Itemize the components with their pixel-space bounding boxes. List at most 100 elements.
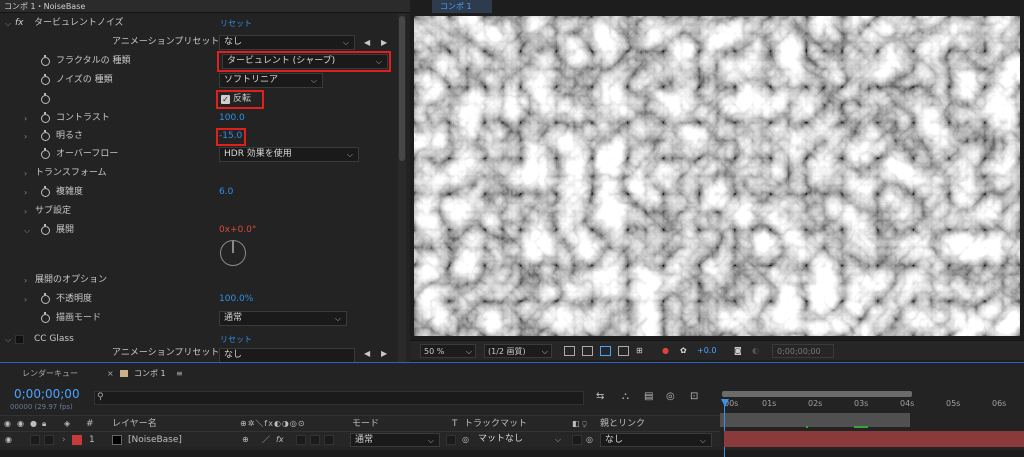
stopwatch-icon[interactable] — [41, 224, 50, 235]
chevron-down-icon[interactable]: ⌵ — [5, 330, 11, 349]
stopwatch-icon[interactable] — [41, 55, 50, 66]
layer-row[interactable]: ◉ › 1 [NoiseBase] ⊕ ／ fx 通常 ⌵ ◎ マットなし ⌵ ◎ … — [0, 431, 720, 447]
comp-mini-flowchart-icon[interactable]: ⇆ — [596, 391, 604, 402]
graph-editor-icon[interactable]: ⊡ — [690, 391, 698, 402]
exposure-value[interactable]: +0.0 — [697, 344, 716, 358]
lock-icon[interactable]: 🔒︎ — [42, 416, 46, 432]
motion-blur-icon[interactable]: ◎ — [666, 391, 675, 402]
mask-visibility-icon[interactable] — [600, 346, 611, 356]
reset-link[interactable]: リセット — [220, 14, 252, 33]
track-matte-dropdown[interactable]: マットなし ⌵ — [474, 433, 566, 447]
work-area-bar[interactable] — [722, 391, 912, 397]
stopwatch-icon[interactable] — [41, 186, 50, 197]
contrast-value[interactable]: 100.0 — [219, 109, 245, 128]
evolution-options-row[interactable]: › 展開のオプション — [0, 271, 398, 290]
sub-settings-row[interactable]: › サブ設定 — [0, 202, 398, 221]
transparency-grid-icon[interactable] — [582, 346, 593, 356]
eye-icon[interactable]: ◉ — [4, 416, 11, 432]
stopwatch-icon[interactable] — [41, 74, 50, 85]
close-icon[interactable]: × — [107, 366, 114, 382]
lock-toggle[interactable] — [44, 435, 54, 445]
scrollbar[interactable] — [398, 14, 406, 362]
quality-switch-icon[interactable]: ／ — [262, 432, 270, 448]
tab-comp[interactable]: コンポ 1 — [432, 0, 492, 13]
chevron-right-icon[interactable]: › — [24, 164, 27, 183]
region-of-interest-icon[interactable] — [618, 346, 629, 356]
evolution-dial[interactable] — [220, 240, 246, 266]
adjustment-switch[interactable] — [310, 435, 320, 445]
layer-duration-bar[interactable] — [724, 431, 1024, 447]
evolution-value[interactable]: 0x+0.0° — [219, 221, 256, 240]
preset-label: アニメーションプリセット — [112, 348, 220, 358]
prev-preset-icon[interactable]: ◀ — [364, 33, 370, 52]
shy-switch-icon[interactable]: ⊕ — [242, 432, 249, 448]
stopwatch-icon[interactable] — [41, 112, 50, 123]
solo-toggle[interactable] — [30, 435, 40, 445]
chevron-down-icon[interactable]: ⌵ — [24, 221, 30, 240]
pick-whip-icon[interactable]: ◎ — [586, 432, 593, 448]
resolution-dropdown[interactable]: (1/2 画質) ⌵ — [484, 344, 552, 358]
next-preset-icon[interactable]: ▶ — [381, 348, 387, 362]
label-color-swatch[interactable] — [72, 435, 82, 445]
show-snapshot-icon[interactable]: ◐ — [752, 344, 759, 358]
frame-info: 00000 (29.97 fps) — [10, 403, 73, 411]
blend-mode-dropdown[interactable]: 通常 ⌵ — [219, 311, 347, 326]
prev-preset-icon[interactable]: ◀ — [364, 348, 370, 362]
tab-comp[interactable]: コンポ 1 — [134, 366, 166, 382]
color-channel-icon[interactable]: ● — [662, 344, 669, 358]
parent-dropdown[interactable]: なし ⌵ — [600, 433, 712, 447]
stopwatch-icon[interactable] — [41, 93, 50, 104]
viewer-timecode[interactable]: 0;00;00;00 — [772, 344, 834, 358]
spiral-icon: ◎ — [462, 435, 469, 444]
3d-switch[interactable] — [324, 435, 334, 445]
preset-dropdown[interactable]: なし — [219, 348, 355, 362]
overflow-dropdown[interactable]: HDR 効果を使用 ⌵ — [219, 147, 359, 162]
stopwatch-icon[interactable] — [41, 130, 50, 141]
fx-toggle-icon[interactable] — [15, 335, 24, 344]
transform-row[interactable]: › トランスフォーム — [0, 164, 398, 183]
stopwatch-icon[interactable] — [41, 293, 50, 304]
chevron-right-icon[interactable]: › — [24, 202, 27, 221]
switches-icon: ⊕✲＼fx◐◑◎⊙ — [240, 419, 306, 428]
audio-icon[interactable]: ◉ — [17, 416, 24, 432]
chevron-right-icon[interactable]: › — [62, 432, 66, 448]
tab-render-queue[interactable]: レンダーキュー — [22, 366, 78, 382]
layer-name[interactable]: [NoiseBase] — [128, 432, 182, 448]
shy-icon[interactable]: ⛬ — [622, 391, 629, 402]
noise-type-dropdown[interactable]: ソフトリニア ⌵ — [219, 73, 323, 88]
solo-icon[interactable]: ● — [30, 416, 37, 432]
effect-header-row[interactable]: ⌵ fx タービュレントノイズ リセット — [0, 14, 398, 33]
layer-mode-dropdown[interactable]: 通常 ⌵ — [350, 433, 440, 447]
chevron-right-icon[interactable]: › — [24, 109, 27, 128]
eye-icon[interactable]: ◉ — [5, 432, 12, 448]
preset-dropdown[interactable]: なし ⌵ — [219, 35, 355, 50]
reset-link[interactable]: リセット — [220, 330, 252, 349]
opacity-value[interactable]: 100.0% — [219, 290, 253, 309]
snapshot-region-icon[interactable] — [564, 346, 575, 356]
camera-icon[interactable]: ◙ — [734, 344, 742, 358]
preserve-transparency-toggle[interactable] — [446, 435, 456, 445]
fx-switch-icon[interactable]: fx — [276, 432, 284, 448]
cc-glass-row[interactable]: ⌵ CC Glass リセット — [0, 330, 398, 349]
current-time[interactable]: 0;00;00;00 — [14, 387, 80, 401]
chevron-down-icon[interactable]: ⌵ — [5, 14, 11, 33]
chevron-right-icon[interactable]: › — [24, 271, 27, 290]
frame-blending-icon[interactable]: ▤ — [644, 391, 653, 402]
chevron-right-icon[interactable]: › — [24, 183, 27, 202]
color-management-icon[interactable]: ✿ — [680, 344, 687, 358]
stopwatch-icon[interactable] — [41, 312, 50, 323]
layer-search-input[interactable]: ⚲ — [94, 391, 584, 405]
zoom-dropdown[interactable]: 50 % ⌵ — [420, 344, 476, 358]
next-preset-icon[interactable]: ▶ — [381, 33, 387, 52]
stopwatch-icon[interactable] — [41, 148, 50, 159]
noise-preview[interactable] — [414, 16, 1020, 336]
matte-toggle[interactable] — [572, 435, 582, 445]
motion-blur-switch[interactable] — [296, 435, 306, 445]
grid-icon[interactable]: ⊞ — [636, 344, 643, 358]
complexity-value[interactable]: 6.0 — [219, 183, 233, 202]
time-ruler[interactable]: 00s 01s 02s 03s 04s 05s 06s — [720, 389, 1024, 457]
chevron-right-icon[interactable]: › — [24, 290, 27, 309]
menu-icon[interactable]: ≡ — [176, 366, 183, 382]
chevron-right-icon[interactable]: › — [24, 127, 27, 146]
col-layer-name[interactable]: レイヤー名 — [112, 416, 157, 432]
